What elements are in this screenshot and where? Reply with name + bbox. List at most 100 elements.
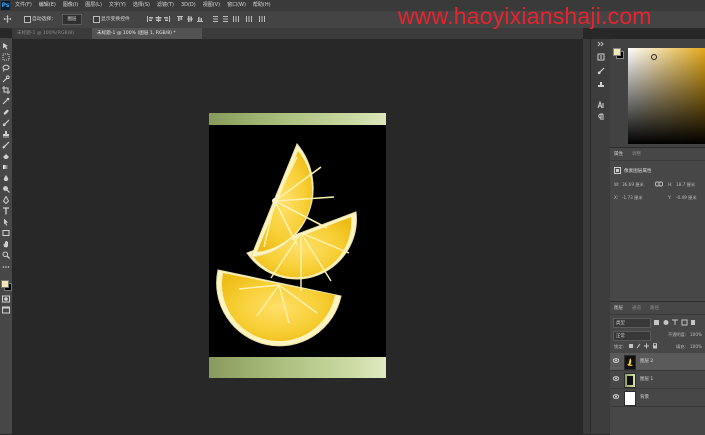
stamp-tool-icon[interactable] <box>2 130 10 138</box>
more-tools-icon[interactable] <box>2 263 10 271</box>
color-panel <box>610 39 705 147</box>
opacity-value[interactable]: 100% <box>690 332 702 337</box>
visibility-eye-icon[interactable] <box>613 376 619 381</box>
tab-paths[interactable]: 路径 <box>650 305 659 311</box>
panel-foreground-swatch[interactable] <box>613 48 621 56</box>
menu-item-view[interactable]: 视图(V) <box>203 0 220 11</box>
marquee-tool-icon[interactable] <box>2 53 10 61</box>
thumbnail-black-rect <box>627 376 633 385</box>
canvas-vertical-scrollbar[interactable] <box>583 39 590 434</box>
menu-list: 文件(F) 编辑(E) 图像(I) 图层(L) 文字(Y) 选择(S) 滤镜(T… <box>15 0 271 11</box>
character-panel-icon[interactable] <box>597 101 605 109</box>
app-logo[interactable]: Ps <box>1 1 10 10</box>
fill-label: 填充: <box>676 344 686 349</box>
auto-select-checkbox[interactable] <box>24 16 31 23</box>
visibility-eye-icon[interactable] <box>613 394 619 399</box>
height-value[interactable]: 18.7 厘米 <box>676 182 695 188</box>
layer-kind-label: 类型 <box>616 321 625 326</box>
properties-panel: 属性 调整 像素图层属性 W: 36.69 厘米 H: 18.7 厘米 X: -… <box>610 147 705 218</box>
layer-filter-icons[interactable] <box>653 319 703 326</box>
paragraph-panel-icon[interactable] <box>597 113 605 121</box>
pen-tool-icon[interactable] <box>2 196 10 204</box>
document-canvas[interactable] <box>209 113 386 378</box>
layer-thumbnail-white <box>624 391 636 406</box>
menu-item-edit[interactable]: 编辑(E) <box>39 0 56 11</box>
crop-tool-icon[interactable] <box>2 86 10 94</box>
brush-preset-icon[interactable] <box>597 67 605 75</box>
menu-item-image[interactable]: 图像(I) <box>63 0 78 11</box>
menu-item-file[interactable]: 文件(F) <box>15 0 32 11</box>
eyedropper-tool-icon[interactable] <box>2 97 10 105</box>
shape-tool-icon[interactable] <box>2 229 10 237</box>
pixel-layer-icon <box>614 167 621 174</box>
layer-name: 背景 <box>640 395 649 400</box>
align-distribute-icons[interactable] <box>147 15 267 23</box>
move-tool-icon[interactable] <box>3 15 12 23</box>
clone-source-icon[interactable] <box>597 81 605 89</box>
properties-title: 像素图层属性 <box>624 169 652 174</box>
y-value[interactable]: -0.49 厘米 <box>676 195 697 201</box>
foreground-color-swatch[interactable] <box>1 280 9 288</box>
blend-mode-value: 正常 <box>616 334 625 339</box>
link-icon[interactable] <box>655 181 663 187</box>
visibility-eye-icon[interactable] <box>613 358 619 363</box>
brush-tool-icon[interactable] <box>2 119 10 127</box>
green-gradient-strip-bottom <box>209 357 386 378</box>
show-transform-checkbox[interactable] <box>93 16 100 23</box>
eraser-tool-icon[interactable] <box>2 152 10 160</box>
collapse-arrows-icon[interactable] <box>597 41 605 47</box>
document-tab-2[interactable]: 未标题-1 @ 100% (图层 1, RGB/8) * <box>92 28 202 39</box>
screen-mode-icon[interactable] <box>2 306 10 314</box>
layer-row-layer1[interactable]: 图层 1 <box>610 371 705 389</box>
quick-select-tool-icon[interactable] <box>2 75 10 83</box>
layer-thumbnail-lemon <box>624 355 636 370</box>
layer-kind-filter[interactable]: 类型 <box>613 318 651 328</box>
tab-properties[interactable]: 属性 <box>614 151 623 157</box>
divider <box>610 314 705 315</box>
x-value[interactable]: -1.73 厘米 <box>622 195 643 201</box>
width-value[interactable]: 36.69 厘米 <box>622 182 644 188</box>
layer-name: 图层 2 <box>640 359 654 364</box>
auto-select-target-dropdown[interactable]: 图层 <box>62 14 82 25</box>
hand-tool-icon[interactable] <box>2 240 10 248</box>
color-picker-cursor[interactable] <box>651 54 657 60</box>
layer-row-background[interactable]: 背景 <box>610 389 705 407</box>
blend-mode-dropdown[interactable]: 正常 <box>613 331 651 341</box>
menu-item-filter[interactable]: 滤镜(T) <box>157 0 174 11</box>
height-label: H: <box>668 182 673 187</box>
collapsed-panels-strip <box>590 39 611 434</box>
tab-channels[interactable]: 通道 <box>632 305 641 311</box>
history-panel-icon[interactable] <box>597 53 605 61</box>
opacity-label: 不透明度: <box>668 332 687 337</box>
auto-select-label: 自动选择： <box>32 17 56 22</box>
layer-row-layer2[interactable]: 图层 2 <box>610 353 705 371</box>
divider <box>610 160 705 161</box>
dodge-tool-icon[interactable] <box>2 185 10 193</box>
menu-item-window[interactable]: 窗口(W) <box>227 0 246 11</box>
menu-item-layer[interactable]: 图层(L) <box>85 0 102 11</box>
menu-item-help[interactable]: 帮助(H) <box>253 0 271 11</box>
y-label: Y: <box>668 195 672 200</box>
quick-mask-icon[interactable] <box>2 295 10 303</box>
zoom-tool-icon[interactable] <box>2 251 10 259</box>
lasso-tool-icon[interactable] <box>2 64 10 72</box>
menu-item-select[interactable]: 选择(S) <box>133 0 150 11</box>
lock-icons[interactable] <box>628 343 664 349</box>
document-tab-1[interactable]: 未标题-1 @ 100%(RGB/8) <box>12 28 92 39</box>
path-select-tool-icon[interactable] <box>2 218 10 226</box>
tab-adjustments[interactable]: 调整 <box>632 151 641 157</box>
history-brush-icon[interactable] <box>2 141 10 149</box>
fill-value[interactable]: 100% <box>690 344 702 349</box>
blur-tool-icon[interactable] <box>2 174 10 182</box>
tab-layers[interactable]: 图层 <box>614 305 623 311</box>
move-tool-icon[interactable] <box>2 42 10 50</box>
healing-tool-icon[interactable] <box>2 108 10 116</box>
lemon-slices-image <box>216 143 357 347</box>
menu-item-3d[interactable]: 3D(D) <box>181 0 196 11</box>
properties-panel-empty-area <box>610 217 705 301</box>
type-tool-icon[interactable] <box>2 207 10 215</box>
menu-item-type[interactable]: 文字(Y) <box>109 0 126 11</box>
gradient-tool-icon[interactable] <box>2 163 10 171</box>
color-picker-field[interactable] <box>628 48 705 144</box>
show-transform-label: 显示变换控件 <box>101 17 130 22</box>
